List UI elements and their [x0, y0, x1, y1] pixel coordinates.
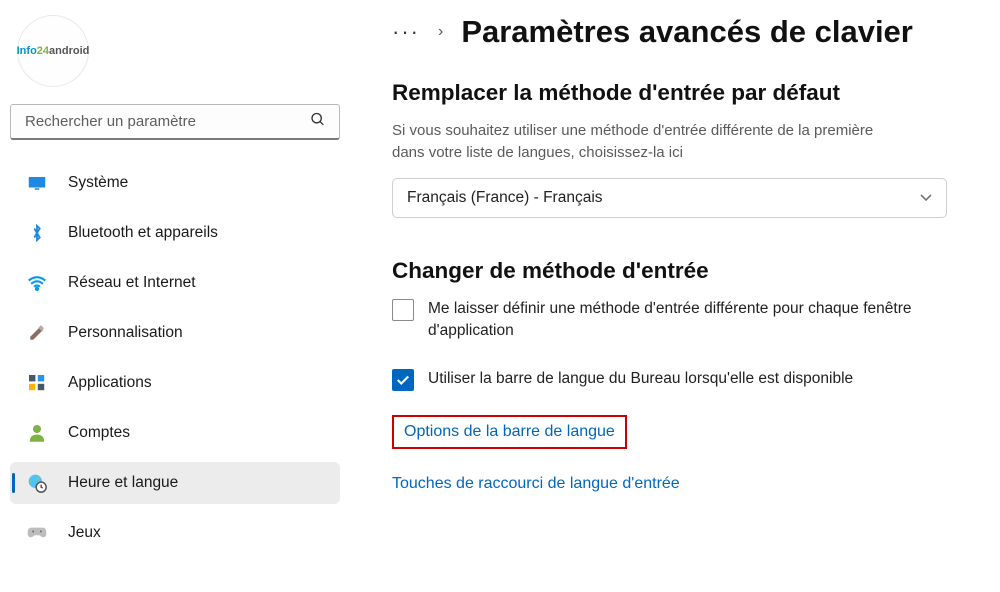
- sidebar-item-network[interactable]: Réseau et Internet: [10, 262, 340, 304]
- search-icon: [310, 112, 326, 133]
- checkbox-language-bar[interactable]: [392, 369, 414, 391]
- account-avatar-area: Info24android: [10, 10, 340, 104]
- system-icon: [26, 176, 48, 190]
- section-switch-input-method: Changer de méthode d'entrée Me laisser d…: [392, 258, 970, 494]
- avatar-logo: Info24android: [17, 45, 90, 57]
- checkbox-label-language-bar: Utiliser la barre de langue du Bureau lo…: [428, 368, 853, 390]
- sidebar: Info24android Système Bluetooth et appar…: [0, 0, 350, 592]
- apps-icon: [26, 375, 48, 391]
- sidebar-label-accounts: Comptes: [68, 424, 130, 442]
- sidebar-item-gaming[interactable]: Jeux: [10, 512, 340, 554]
- section-heading-switch-input: Changer de méthode d'entrée: [392, 258, 970, 284]
- sidebar-item-personalization[interactable]: Personnalisation: [10, 312, 340, 354]
- sidebar-item-time-language[interactable]: Heure et langue: [10, 462, 340, 504]
- input-method-select[interactable]: Français (France) - Français: [392, 178, 947, 218]
- account-avatar[interactable]: Info24android: [18, 16, 88, 86]
- select-value: Français (France) - Français: [407, 189, 603, 207]
- sidebar-item-bluetooth[interactable]: Bluetooth et appareils: [10, 212, 340, 254]
- page-header: ··· › Paramètres avancés de clavier: [392, 14, 970, 50]
- sidebar-label-time: Heure et langue: [68, 474, 178, 492]
- search-input[interactable]: [10, 104, 340, 140]
- wifi-icon: [26, 275, 48, 291]
- section-default-input-method: Remplacer la méthode d'entrée par défaut…: [392, 80, 970, 218]
- sidebar-item-accounts[interactable]: Comptes: [10, 412, 340, 454]
- sidebar-item-system[interactable]: Système: [10, 162, 340, 204]
- sidebar-label-personalization: Personnalisation: [68, 324, 183, 342]
- link-input-language-hotkeys[interactable]: Touches de raccourci de langue d'entrée: [392, 475, 680, 493]
- person-icon: [26, 424, 48, 442]
- settings-search: [10, 104, 340, 140]
- link-language-bar-options[interactable]: Options de la barre de langue: [392, 415, 627, 449]
- option-language-bar: Utiliser la barre de langue du Bureau lo…: [392, 368, 952, 391]
- section-heading-default-input: Remplacer la méthode d'entrée par défaut: [392, 80, 970, 106]
- paintbrush-icon: [26, 324, 48, 342]
- chevron-down-icon: [920, 190, 932, 205]
- gamepad-icon: [26, 526, 48, 540]
- more-icon[interactable]: ···: [392, 21, 420, 43]
- bluetooth-icon: [26, 224, 48, 242]
- section-description: Si vous souhaitez utiliser une méthode d…: [392, 120, 882, 164]
- sidebar-label-bluetooth: Bluetooth et appareils: [68, 224, 218, 242]
- option-per-window: Me laisser définir une méthode d'entrée …: [392, 298, 952, 343]
- main-content: ··· › Paramètres avancés de clavier Remp…: [350, 0, 1000, 592]
- sidebar-label-gaming: Jeux: [68, 524, 101, 542]
- page-title: Paramètres avancés de clavier: [461, 14, 913, 50]
- sidebar-label-system: Système: [68, 174, 128, 192]
- sidebar-label-network: Réseau et Internet: [68, 274, 196, 292]
- sidebar-nav: Système Bluetooth et appareils Réseau et…: [10, 162, 340, 562]
- breadcrumb-chevron-icon: ›: [438, 23, 443, 41]
- sidebar-item-apps[interactable]: Applications: [10, 362, 340, 404]
- globe-clock-icon: [26, 473, 48, 493]
- checkbox-label-per-window: Me laisser définir une méthode d'entrée …: [428, 298, 952, 343]
- checkbox-per-window[interactable]: [392, 299, 414, 321]
- sidebar-label-apps: Applications: [68, 374, 152, 392]
